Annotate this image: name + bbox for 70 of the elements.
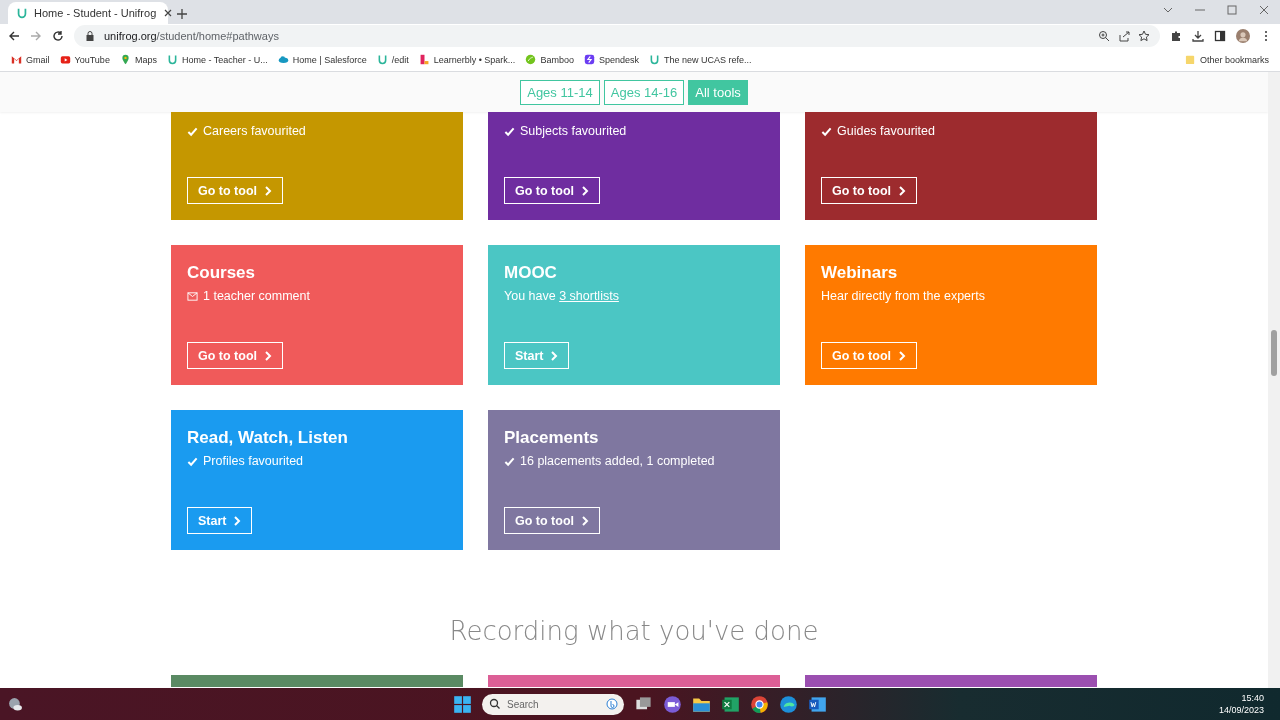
go-button[interactable]: Go to tool <box>821 177 917 204</box>
scrollbar[interactable] <box>1268 72 1280 688</box>
bookmark[interactable]: Gmail <box>6 54 55 65</box>
star-icon[interactable] <box>1138 30 1150 42</box>
go-button[interactable]: Go to tool <box>504 507 600 534</box>
card-title: Webinars <box>821 263 899 283</box>
clock-date[interactable]: 14/09/2023 <box>1218 704 1264 716</box>
download-icon[interactable] <box>1192 30 1204 42</box>
chevron-icon <box>898 185 906 196</box>
lock-icon <box>84 30 96 42</box>
card-title: Courses <box>187 263 257 283</box>
card-title: MOOC <box>504 263 558 283</box>
reload-icon[interactable] <box>52 30 64 42</box>
go-button[interactable]: Go to tool <box>504 177 600 204</box>
other-bookmarks[interactable]: Other bookmarks <box>1179 54 1274 65</box>
bookmark[interactable]: Spendesk <box>578 54 644 65</box>
bookmark[interactable]: /edit <box>371 54 414 65</box>
bookmark[interactable]: Maps <box>114 54 162 65</box>
status-text: Profiles favourited <box>203 454 304 468</box>
status-text: 1 teacher comment <box>203 289 310 303</box>
video-call-icon[interactable] <box>663 694 682 714</box>
chevron-icon <box>264 350 272 361</box>
avatar-icon[interactable] <box>1236 29 1250 43</box>
weather-icon[interactable] <box>8 697 23 712</box>
status-text: Guides favourited <box>837 124 935 138</box>
folder-icon <box>1184 54 1196 65</box>
new-tab-icon[interactable] <box>176 8 188 20</box>
chevron-icon <box>550 350 559 361</box>
zoom-icon[interactable] <box>1098 30 1110 42</box>
chrome-icon[interactable] <box>750 694 769 714</box>
check-icon <box>187 455 198 467</box>
section-heading: Recording what you've done <box>449 616 819 646</box>
status-text: 16 placements added, 1 completed <box>520 454 715 468</box>
bookmark[interactable]: Learnerbly • Spark... <box>413 54 521 65</box>
card-title: Read, Watch, Listen <box>187 428 349 448</box>
spreadsheet-icon[interactable] <box>721 694 740 714</box>
logo-icon <box>16 7 28 19</box>
chevron-icon <box>233 515 242 526</box>
edge-icon[interactable] <box>779 694 798 714</box>
check-icon <box>821 125 832 137</box>
search-field[interactable]: Search <box>482 693 624 715</box>
bookmark[interactable]: Home | Salesforce <box>272 54 372 65</box>
check-icon <box>187 125 198 137</box>
document-icon[interactable] <box>808 694 827 714</box>
windows-icon[interactable] <box>453 694 472 714</box>
back-icon[interactable] <box>8 30 20 42</box>
chevron-icon <box>581 515 589 526</box>
status-text: Hear directly from the experts <box>821 289 985 303</box>
chevron-icon <box>581 185 589 196</box>
puzzle-icon[interactable] <box>1170 30 1182 42</box>
envelope-icon <box>187 290 198 302</box>
chevron-icon <box>898 350 906 361</box>
share-icon[interactable] <box>1118 30 1130 42</box>
bookmark[interactable]: YouTube <box>54 54 115 65</box>
status-text: Careers favourited <box>203 124 306 138</box>
search-icon <box>489 698 501 710</box>
side-panel-icon[interactable] <box>1214 30 1226 42</box>
address-bar[interactable]: unifrog.org/student/home#pathways <box>74 25 1160 47</box>
bookmark[interactable]: The new UCAS refe... <box>643 54 757 65</box>
bookmark[interactable]: Home - Teacher - U... <box>161 54 273 65</box>
check-icon <box>504 455 515 467</box>
chat-icon[interactable] <box>606 698 618 710</box>
url-text: unifrog.org/student/home#pathways <box>104 30 279 42</box>
status-text: You have 3 shortlists <box>504 289 619 303</box>
status-text: Subjects favourited <box>520 124 627 138</box>
clock-time[interactable]: 15:40 <box>1241 692 1264 704</box>
card-title: Placements <box>504 428 600 448</box>
chevron-icon <box>264 185 272 196</box>
bookmark[interactable]: Bamboo <box>520 54 579 65</box>
check-icon <box>504 125 515 137</box>
